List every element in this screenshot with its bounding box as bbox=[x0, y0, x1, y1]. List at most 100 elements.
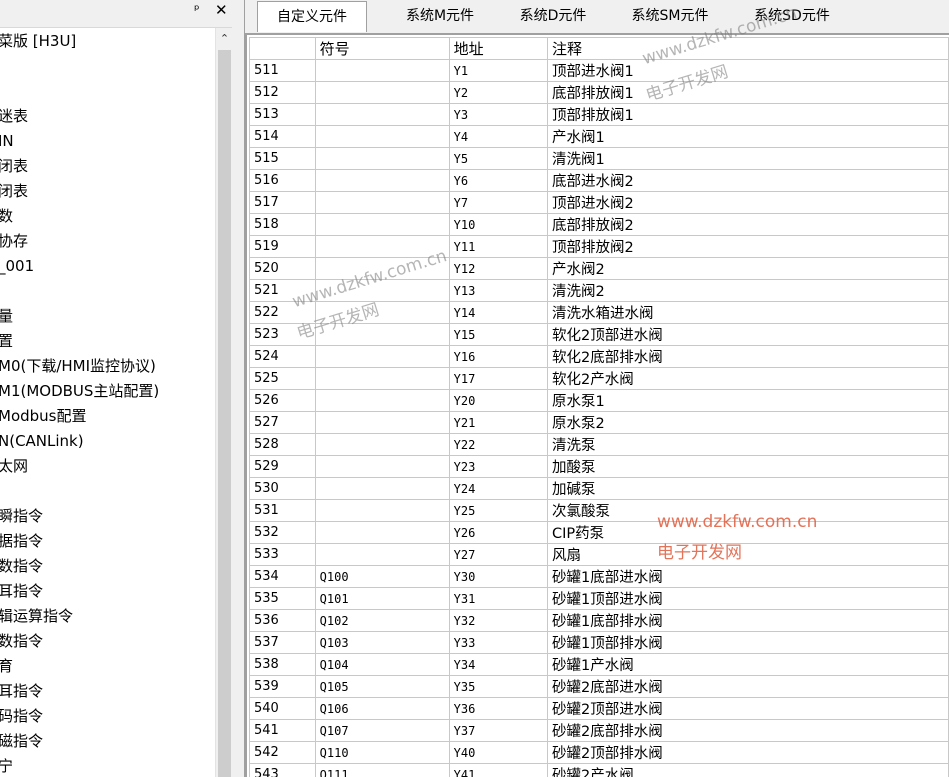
comment-cell[interactable]: 砂罐1底部排水阀 bbox=[546, 609, 949, 632]
row-index[interactable]: 530 bbox=[249, 477, 316, 500]
comment-cell[interactable]: 砂罐1产水阀 bbox=[546, 653, 949, 676]
comment-cell[interactable]: 清洗水箱进水阀 bbox=[546, 301, 949, 324]
table-row[interactable]: 540 Q106 Y36 砂罐2顶部进水阀 bbox=[249, 697, 949, 720]
table-row[interactable]: 518 Y10 底部排放阀2 bbox=[249, 213, 949, 236]
comment-cell[interactable]: 底部排放阀1 bbox=[546, 81, 949, 104]
row-index[interactable]: 537 bbox=[249, 631, 316, 654]
comment-cell[interactable]: 砂罐2底部排水阀 bbox=[546, 719, 949, 742]
table-row[interactable]: 530 Y24 加碱泵 bbox=[249, 477, 949, 500]
row-index[interactable]: 525 bbox=[249, 367, 316, 390]
comment-cell[interactable]: 顶部进水阀2 bbox=[546, 191, 949, 214]
symbol-cell[interactable] bbox=[314, 543, 450, 566]
tree-item[interactable]: M0(下载/HMI监控协议) bbox=[0, 354, 156, 379]
address-cell[interactable]: Y31 bbox=[448, 587, 548, 610]
address-cell[interactable]: Y12 bbox=[448, 257, 548, 280]
address-cell[interactable]: Y22 bbox=[448, 433, 548, 456]
address-cell[interactable]: Y33 bbox=[448, 631, 548, 654]
row-index[interactable]: 534 bbox=[249, 565, 316, 588]
table-row[interactable]: 528 Y22 清洗泵 bbox=[249, 433, 949, 456]
header-address[interactable]: 地址 bbox=[448, 37, 548, 60]
address-cell[interactable]: Y30 bbox=[448, 565, 548, 588]
row-index[interactable]: 538 bbox=[249, 653, 316, 676]
tree-item[interactable]: 量 bbox=[0, 304, 13, 329]
address-cell[interactable]: Y26 bbox=[448, 521, 548, 544]
table-row[interactable]: 513 Y3 顶部排放阀1 bbox=[249, 103, 949, 126]
symbol-cell[interactable]: Q102 bbox=[314, 609, 450, 632]
table-row[interactable]: 526 Y20 原水泵1 bbox=[249, 389, 949, 412]
symbol-cell[interactable] bbox=[314, 433, 450, 456]
tree-item[interactable]: 磁指令 bbox=[0, 729, 43, 754]
row-index[interactable]: 517 bbox=[249, 191, 316, 214]
tree-item[interactable]: 辑运算指令 bbox=[0, 604, 73, 629]
scroll-up-icon[interactable]: ⌃ bbox=[216, 28, 233, 50]
symbol-cell[interactable] bbox=[314, 169, 450, 192]
table-row[interactable]: 535 Q101 Y31 砂罐1顶部进水阀 bbox=[249, 587, 949, 610]
comment-cell[interactable]: 砂罐2产水阀 bbox=[546, 763, 949, 777]
symbol-cell[interactable] bbox=[314, 455, 450, 478]
comment-cell[interactable]: 砂罐1顶部进水阀 bbox=[546, 587, 949, 610]
address-cell[interactable]: Y5 bbox=[448, 147, 548, 170]
table-row[interactable]: 512 Y2 底部排放阀1 bbox=[249, 81, 949, 104]
tree-item[interactable]: 育 bbox=[0, 654, 13, 679]
row-index[interactable]: 515 bbox=[249, 147, 316, 170]
address-cell[interactable]: Y34 bbox=[448, 653, 548, 676]
comment-cell[interactable]: 顶部排放阀2 bbox=[546, 235, 949, 258]
pin-icon[interactable]: ᵖ bbox=[194, 3, 200, 18]
comment-cell[interactable]: 风扇 bbox=[546, 543, 949, 566]
address-cell[interactable]: Y35 bbox=[448, 675, 548, 698]
tab-system-sm[interactable]: 系统SM元件 bbox=[615, 1, 725, 32]
row-index[interactable]: 511 bbox=[249, 59, 316, 82]
tree-item[interactable]: 瞬指令 bbox=[0, 504, 43, 529]
symbol-cell[interactable]: Q103 bbox=[314, 631, 450, 654]
tree-item[interactable]: 码指令 bbox=[0, 704, 43, 729]
comment-cell[interactable]: 清洗阀2 bbox=[546, 279, 949, 302]
row-index[interactable]: 518 bbox=[249, 213, 316, 236]
symbol-cell[interactable] bbox=[314, 103, 450, 126]
symbol-cell[interactable]: Q110 bbox=[314, 741, 450, 764]
symbol-cell[interactable] bbox=[314, 125, 450, 148]
symbol-cell[interactable] bbox=[314, 81, 450, 104]
address-cell[interactable]: Y2 bbox=[448, 81, 548, 104]
address-cell[interactable]: Y21 bbox=[448, 411, 548, 434]
scroll-thumb[interactable] bbox=[218, 50, 231, 777]
row-index[interactable]: 528 bbox=[249, 433, 316, 456]
comment-cell[interactable]: 加酸泵 bbox=[546, 455, 949, 478]
tree-item[interactable]: 菜版 [H3U] bbox=[0, 29, 76, 54]
symbol-cell[interactable] bbox=[314, 191, 450, 214]
row-index[interactable]: 527 bbox=[249, 411, 316, 434]
row-index[interactable]: 520 bbox=[249, 257, 316, 280]
row-index[interactable]: 513 bbox=[249, 103, 316, 126]
tree-scrollbar[interactable]: ⌃ bbox=[215, 28, 233, 777]
table-row[interactable]: 533 Y27 风扇 bbox=[249, 543, 949, 566]
comment-cell[interactable]: 底部排放阀2 bbox=[546, 213, 949, 236]
comment-cell[interactable]: 底部进水阀2 bbox=[546, 169, 949, 192]
address-cell[interactable]: Y14 bbox=[448, 301, 548, 324]
table-row[interactable]: 519 Y11 顶部排放阀2 bbox=[249, 235, 949, 258]
comment-cell[interactable]: 顶部进水阀1 bbox=[546, 59, 949, 82]
tree-item[interactable]: IN bbox=[0, 129, 14, 154]
tree-item[interactable]: _001 bbox=[0, 254, 34, 279]
table-row[interactable]: 538 Q104 Y34 砂罐1产水阀 bbox=[249, 653, 949, 676]
tree-item[interactable]: 闭表 bbox=[0, 154, 28, 179]
table-row[interactable]: 532 Y26 CIP药泵 bbox=[249, 521, 949, 544]
address-cell[interactable]: Y11 bbox=[448, 235, 548, 258]
comment-cell[interactable]: 清洗阀1 bbox=[546, 147, 949, 170]
table-row[interactable]: 531 Y25 次氯酸泵 bbox=[249, 499, 949, 522]
address-cell[interactable]: Y27 bbox=[448, 543, 548, 566]
address-cell[interactable]: Y41 bbox=[448, 763, 548, 777]
comment-cell[interactable]: 顶部排放阀1 bbox=[546, 103, 949, 126]
symbol-cell[interactable] bbox=[314, 499, 450, 522]
address-cell[interactable]: Y15 bbox=[448, 323, 548, 346]
row-index[interactable]: 529 bbox=[249, 455, 316, 478]
address-cell[interactable]: Y6 bbox=[448, 169, 548, 192]
comment-cell[interactable]: 砂罐2顶部排水阀 bbox=[546, 741, 949, 764]
address-cell[interactable]: Y16 bbox=[448, 345, 548, 368]
tree-item[interactable]: 太网 bbox=[0, 454, 28, 479]
row-index[interactable]: 519 bbox=[249, 235, 316, 258]
row-index[interactable]: 540 bbox=[249, 697, 316, 720]
tree-item[interactable]: 耳指令 bbox=[0, 679, 43, 704]
tree-item[interactable]: 协存 bbox=[0, 229, 28, 254]
symbol-cell[interactable] bbox=[314, 59, 450, 82]
table-row[interactable]: 537 Q103 Y33 砂罐1顶部排水阀 bbox=[249, 631, 949, 654]
address-cell[interactable]: Y13 bbox=[448, 279, 548, 302]
